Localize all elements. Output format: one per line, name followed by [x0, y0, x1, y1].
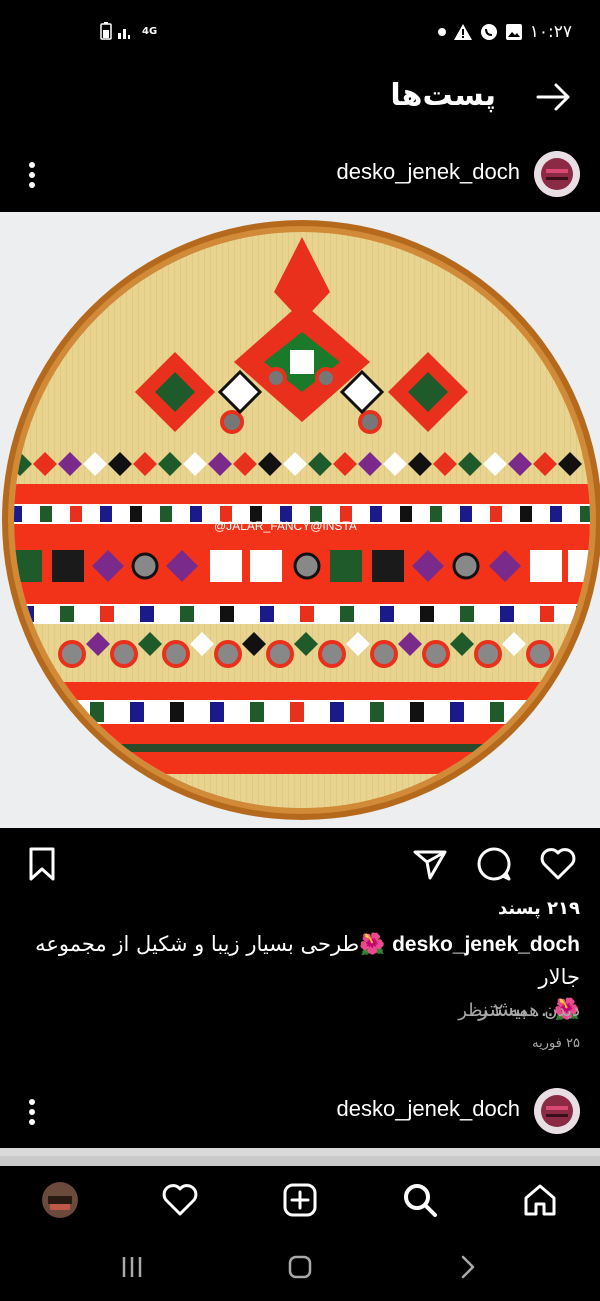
post-date: ۲۵ فوریه [532, 1036, 580, 1051]
create-post-icon[interactable] [280, 1180, 320, 1220]
more-vertical-icon[interactable] [20, 157, 44, 193]
status-bar: 4G ۱۰:۲۷ [0, 0, 600, 70]
caption-username[interactable]: desko_jenek_doch [392, 933, 580, 956]
page-header: پست‌ها [0, 70, 600, 130]
post-username[interactable]: desko_jenek_doch [337, 159, 520, 185]
view-comments-link[interactable]: دیدن همه ۲ نظر [458, 1000, 580, 1021]
image-watermark: @JALAR_FANCY@INSTA [214, 519, 357, 533]
status-right: ۱۰:۲۷ [437, 22, 572, 42]
next-post-image-edge [0, 1148, 600, 1166]
bookmark-icon[interactable] [22, 844, 62, 884]
comment-icon[interactable] [474, 844, 514, 884]
notification-dot-icon [437, 28, 446, 36]
avatar-image [534, 1088, 580, 1134]
arrow-right-icon[interactable] [536, 82, 572, 112]
post-actions [0, 836, 600, 892]
heart-icon[interactable] [538, 844, 578, 884]
gallery-icon [505, 24, 522, 40]
post-header: desko_jenek_doch [0, 145, 600, 205]
likes-count[interactable]: ۲۱۹ پسند [498, 898, 580, 919]
next-post-header: desko_jenek_doch [0, 1082, 600, 1142]
search-icon[interactable] [400, 1180, 440, 1220]
avatar[interactable] [534, 1088, 580, 1134]
next-post-username[interactable]: desko_jenek_doch [337, 1096, 520, 1122]
page-title: پست‌ها [390, 78, 496, 113]
more-vertical-icon[interactable] [20, 1094, 44, 1130]
home-icon[interactable] [520, 1180, 560, 1220]
whatsapp-icon [480, 24, 497, 40]
signal-icon [118, 29, 130, 39]
home-button-icon[interactable] [285, 1252, 315, 1282]
embroidery-hoop-image: @JALAR_FANCY@INSTA [0, 212, 600, 828]
profile-avatar-icon[interactable] [40, 1180, 80, 1220]
avatar[interactable] [534, 151, 580, 197]
battery-icon [100, 22, 112, 40]
heart-icon[interactable] [160, 1180, 200, 1220]
back-button-icon[interactable] [453, 1252, 483, 1282]
system-nav-bar [0, 1236, 600, 1301]
bottom-nav [0, 1166, 600, 1236]
status-left: 4G [100, 22, 157, 40]
recent-apps-icon[interactable] [117, 1252, 147, 1282]
post-image[interactable]: @JALAR_FANCY@INSTA [0, 212, 600, 828]
avatar-image [534, 151, 580, 197]
send-icon[interactable] [410, 844, 450, 884]
warning-icon [453, 24, 472, 40]
status-time: ۱۰:۲۷ [529, 22, 572, 42]
network-label: 4G [142, 25, 158, 37]
